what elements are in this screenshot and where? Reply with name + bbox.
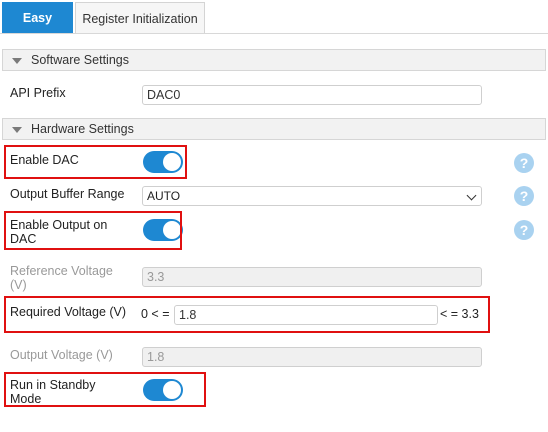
highlight-box: [4, 372, 206, 407]
output-voltage-field: 1.8: [142, 347, 482, 367]
tab-bar: Easy View Register Initialization: [0, 0, 548, 57]
help-icon[interactable]: ?: [514, 186, 534, 206]
tab-register-initialization[interactable]: Register Initialization: [75, 2, 205, 34]
tab-easy-view[interactable]: Easy View: [2, 2, 73, 57]
tab-divider: [0, 33, 548, 34]
software-settings-header[interactable]: Software Settings: [2, 49, 546, 71]
api-prefix-label: API Prefix: [10, 86, 66, 100]
output-buffer-range-label: Output Buffer Range: [10, 187, 125, 201]
reference-voltage-label: Reference Voltage (V): [10, 264, 113, 292]
highlight-box: [4, 145, 187, 179]
collapse-triangle-icon: [12, 58, 22, 64]
section-title: Hardware Settings: [31, 122, 134, 136]
highlight-box: [4, 296, 490, 333]
chevron-down-icon: [466, 190, 477, 201]
help-icon[interactable]: ?: [514, 220, 534, 240]
reference-voltage-field: 3.3: [142, 267, 482, 287]
select-value: AUTO: [147, 189, 181, 203]
label-line: Reference Voltage: [10, 264, 113, 278]
hardware-settings-header[interactable]: Hardware Settings: [2, 118, 546, 140]
highlight-box: [4, 211, 182, 250]
output-buffer-range-select[interactable]: AUTO: [142, 186, 482, 206]
label-line: (V): [10, 278, 27, 292]
section-title: Software Settings: [31, 53, 129, 67]
collapse-triangle-icon: [12, 127, 22, 133]
api-prefix-input[interactable]: DAC0: [142, 85, 482, 105]
output-voltage-label: Output Voltage (V): [10, 348, 113, 362]
help-icon[interactable]: ?: [514, 153, 534, 173]
